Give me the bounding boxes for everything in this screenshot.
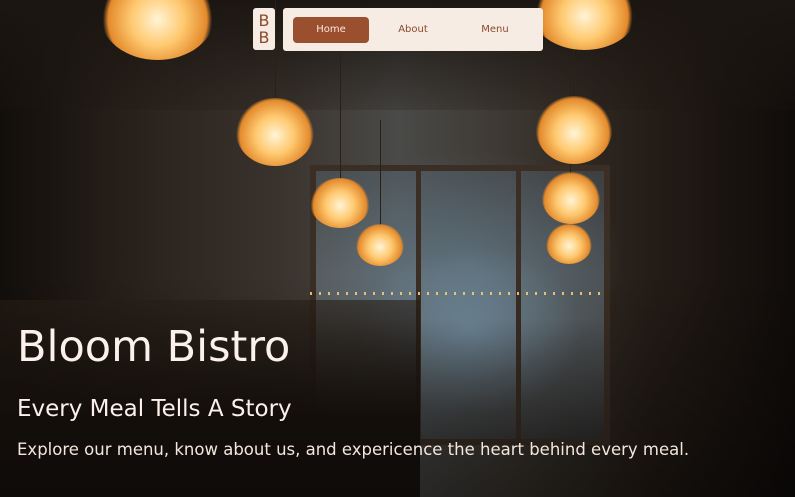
brand-logo[interactable]: B B <box>253 8 275 50</box>
hero-overlay <box>0 0 795 497</box>
logo-letter-top: B <box>258 11 270 30</box>
nav-about[interactable]: About <box>375 17 451 43</box>
logo-letter-bottom: B <box>258 28 270 47</box>
hero-subtitle: Every Meal Tells A Story <box>17 396 292 422</box>
hero-tagline: Explore our menu, know about us, and exp… <box>17 440 690 459</box>
hero-title: Bloom Bistro <box>17 322 291 372</box>
nav-home[interactable]: Home <box>293 16 369 43</box>
hero-section <box>0 0 795 497</box>
nav-menu[interactable]: Menu <box>457 17 533 43</box>
main-nav: Home About Menu <box>283 8 543 51</box>
